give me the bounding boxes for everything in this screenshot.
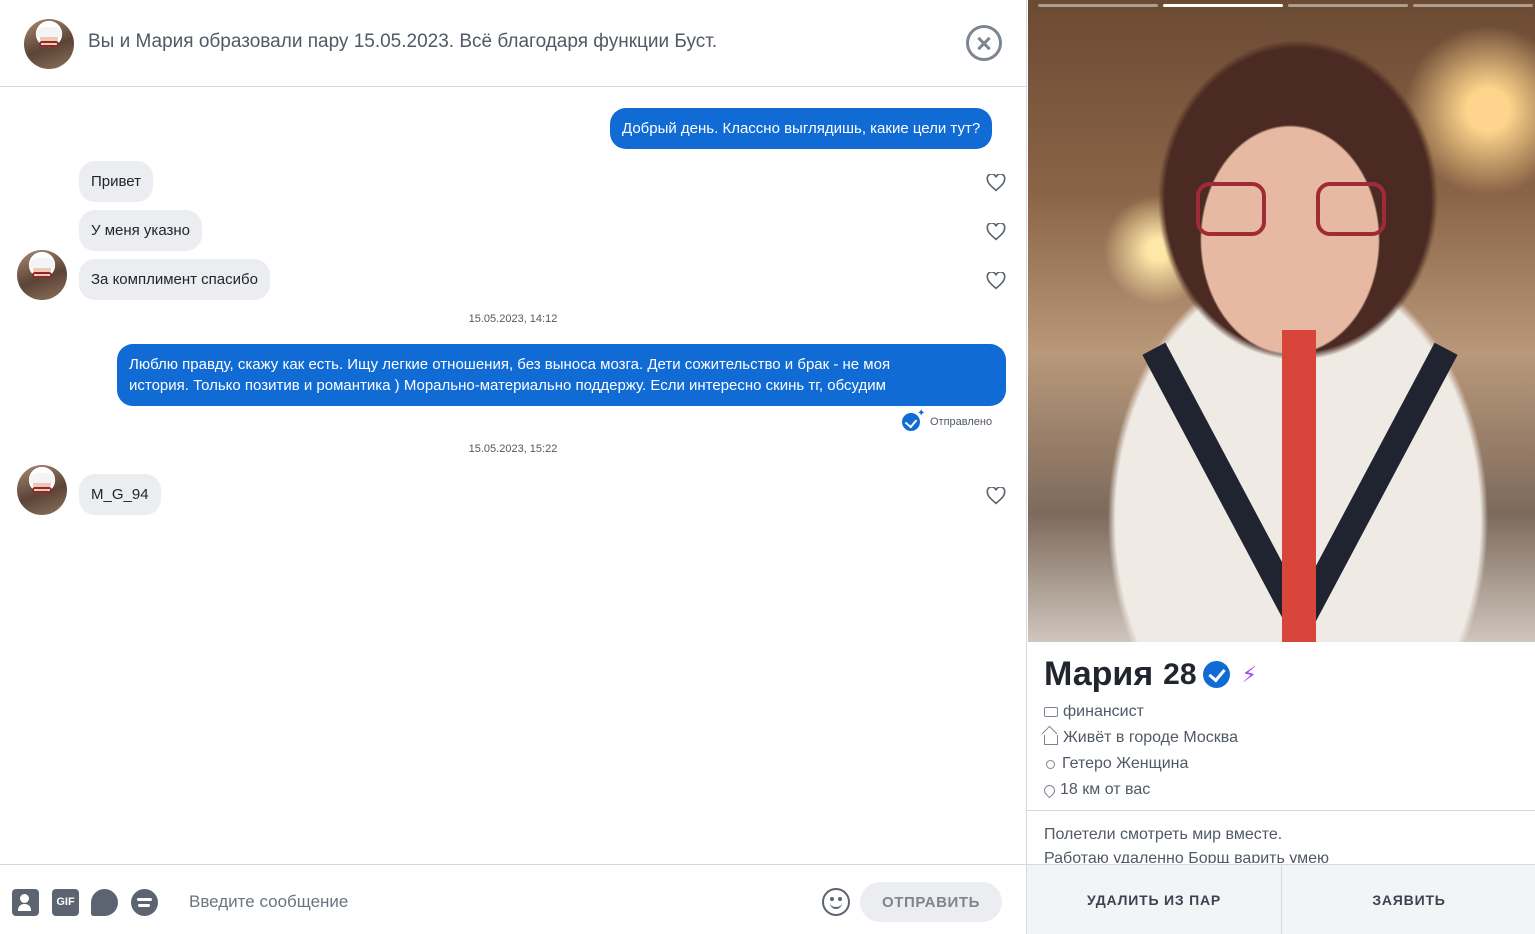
- boost-icon: ⚡: [1241, 661, 1257, 687]
- close-chat-button[interactable]: [966, 25, 1002, 61]
- message-timestamp: 15.05.2023, 14:12: [468, 313, 558, 325]
- message-incoming[interactable]: M_G_94: [79, 474, 161, 515]
- send-button[interactable]: ОТПРАВИТЬ: [860, 882, 1002, 922]
- sent-check-icon: ✦: [902, 408, 925, 431]
- profile-orientation: Гетеро Женщина: [1044, 755, 1188, 773]
- profile-city: Живёт в городе Москва: [1044, 729, 1238, 747]
- profile-age: 28: [1163, 657, 1197, 691]
- match-info-title: Вы и Мария образовали пару 15.05.2023. В…: [88, 31, 718, 52]
- match-avatar[interactable]: [24, 19, 74, 69]
- like-message-heart-icon[interactable]: [986, 486, 1006, 505]
- chat-header: Вы и Мария образовали пару 15.05.2023. В…: [0, 0, 1026, 87]
- profile-job: финансист: [1044, 703, 1144, 721]
- message-line: история. Только позитив и романтика ) Мо…: [129, 377, 886, 394]
- photo-progress-segment: [1038, 4, 1158, 7]
- sticker-icon[interactable]: [91, 889, 118, 916]
- message-incoming[interactable]: У меня указно: [79, 210, 202, 251]
- person-icon: [1046, 759, 1055, 769]
- profile-distance-label: 18 км от вас: [1060, 781, 1151, 798]
- like-message-heart-icon[interactable]: [986, 173, 1006, 192]
- delivery-status-label: Отправлено: [930, 416, 993, 428]
- photo-progress-segment: [1288, 4, 1408, 7]
- emoji-icon[interactable]: [822, 888, 850, 916]
- message-line: Люблю правду, скажу как есть. Ищу легкие…: [129, 356, 891, 373]
- sender-avatar[interactable]: [17, 465, 67, 515]
- chat-panel: Вы и Мария образовали пару 15.05.2023. В…: [0, 0, 1026, 934]
- like-message-heart-icon[interactable]: [986, 222, 1006, 241]
- unmatch-button[interactable]: УДАЛИТЬ ИЗ ПАР: [1027, 865, 1281, 934]
- report-button[interactable]: ЗАЯВИТЬ: [1281, 865, 1535, 934]
- message-outgoing[interactable]: Люблю правду, скажу как есть. Ищу легкие…: [117, 344, 1006, 406]
- profile-name-line: Мария 28 ⚡: [1044, 655, 1257, 694]
- profile-distance: 18 км от вас: [1041, 781, 1151, 799]
- profile-job-label: финансист: [1063, 703, 1144, 720]
- message-incoming[interactable]: Привет: [79, 161, 154, 202]
- photo-progress-segment-active: [1163, 4, 1283, 7]
- delivery-status: ✦ Отправлено: [902, 408, 993, 431]
- profile-city-label: Живёт в городе Москва: [1063, 729, 1238, 746]
- gif-icon[interactable]: GIF: [52, 889, 79, 916]
- verified-badge-icon: [1202, 661, 1230, 688]
- spotify-icon[interactable]: [131, 889, 158, 916]
- profile-photo[interactable]: [1028, 0, 1535, 642]
- home-icon: [1044, 735, 1058, 745]
- photo-progress-segment: [1413, 4, 1533, 7]
- message-outgoing[interactable]: Добрый день. Классно выглядишь, какие це…: [610, 108, 993, 149]
- message-incoming[interactable]: За комплимент спасибо: [79, 259, 270, 300]
- profile-panel: Мария 28 ⚡ финансист Живёт в городе Моск…: [1026, 0, 1535, 934]
- profile-name: Мария: [1044, 655, 1154, 693]
- location-pin-icon: [1041, 782, 1058, 798]
- profile-orientation-label: Гетеро Женщина: [1062, 755, 1189, 772]
- divider: [1027, 810, 1535, 811]
- sender-avatar[interactable]: [17, 250, 67, 300]
- profile-bio: Полетели смотреть мир вместе. Работаю уд…: [1044, 823, 1524, 863]
- bio-line: Работаю удаленно Борщ варить умею: [1044, 850, 1329, 863]
- message-composer: GIF ОТПРАВИТЬ: [0, 864, 1026, 934]
- message-input[interactable]: [176, 885, 796, 919]
- message-timestamp: 15.05.2023, 15:22: [468, 443, 558, 455]
- profile-actions: УДАЛИТЬ ИЗ ПАР ЗАЯВИТЬ: [1027, 864, 1535, 934]
- like-message-heart-icon[interactable]: [986, 271, 1006, 290]
- briefcase-icon: [1044, 707, 1058, 717]
- bio-line: Полетели смотреть мир вместе.: [1044, 826, 1283, 843]
- share-contact-icon[interactable]: [12, 889, 39, 916]
